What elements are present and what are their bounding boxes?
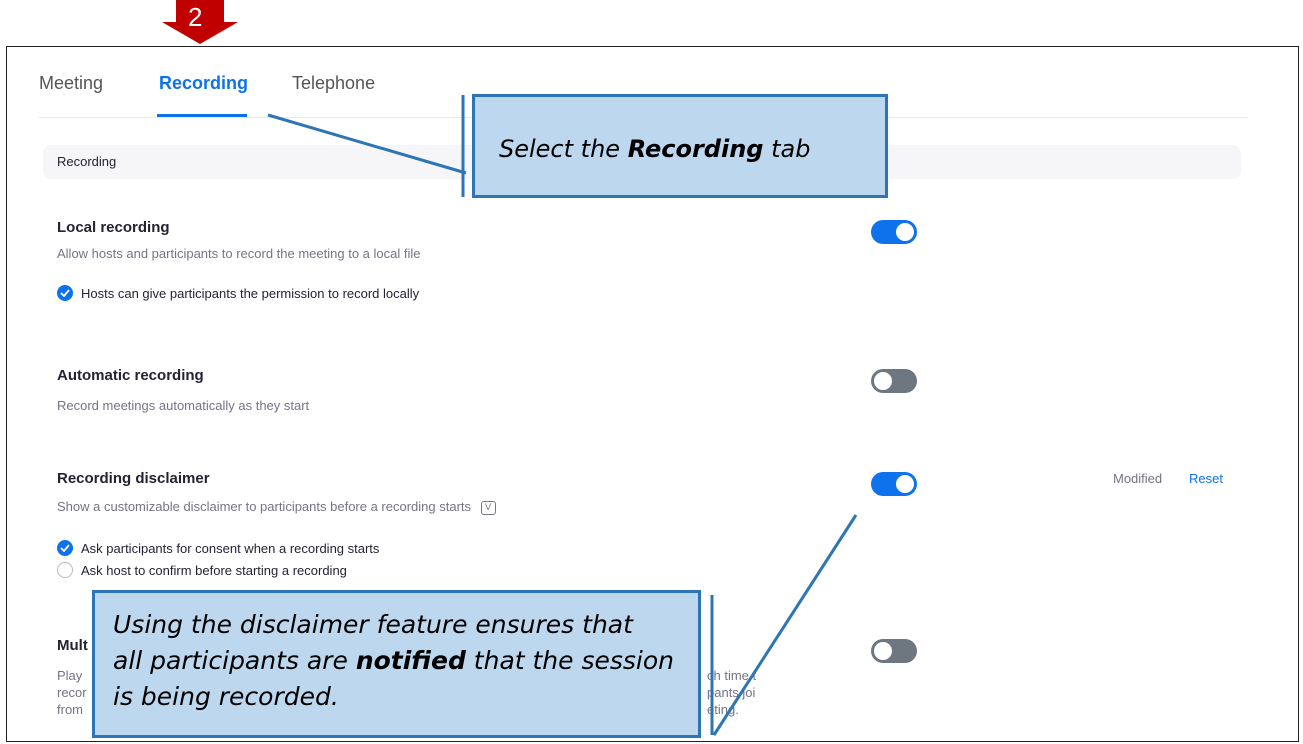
callout-disclaimer-line1: Using the disclaimer feature ensures tha…	[113, 610, 633, 639]
disclaimer-callout-line	[712, 514, 858, 736]
callout-tab-text-bold: Recording	[627, 135, 764, 163]
callout-tab-text-suffix: tab	[763, 135, 811, 163]
callout-disclaimer-line2-c: that the session	[465, 646, 675, 675]
callout-disclaimer-line2-bold: notified	[355, 646, 466, 675]
callout-select-recording-tab: Select the Recording tab	[472, 94, 888, 198]
tab-callout-line	[267, 113, 467, 175]
callout-tab-text-prefix: Select the	[499, 135, 628, 163]
callout-disclaimer-line2: all participants are notified that the s…	[113, 643, 698, 679]
callout-disclaimer-info: Using the disclaimer feature ensures tha…	[92, 590, 701, 738]
callout-disclaimer-line2-a: all participants are	[113, 646, 356, 675]
callout-disclaimer-line3: is being recorded.	[113, 682, 339, 711]
